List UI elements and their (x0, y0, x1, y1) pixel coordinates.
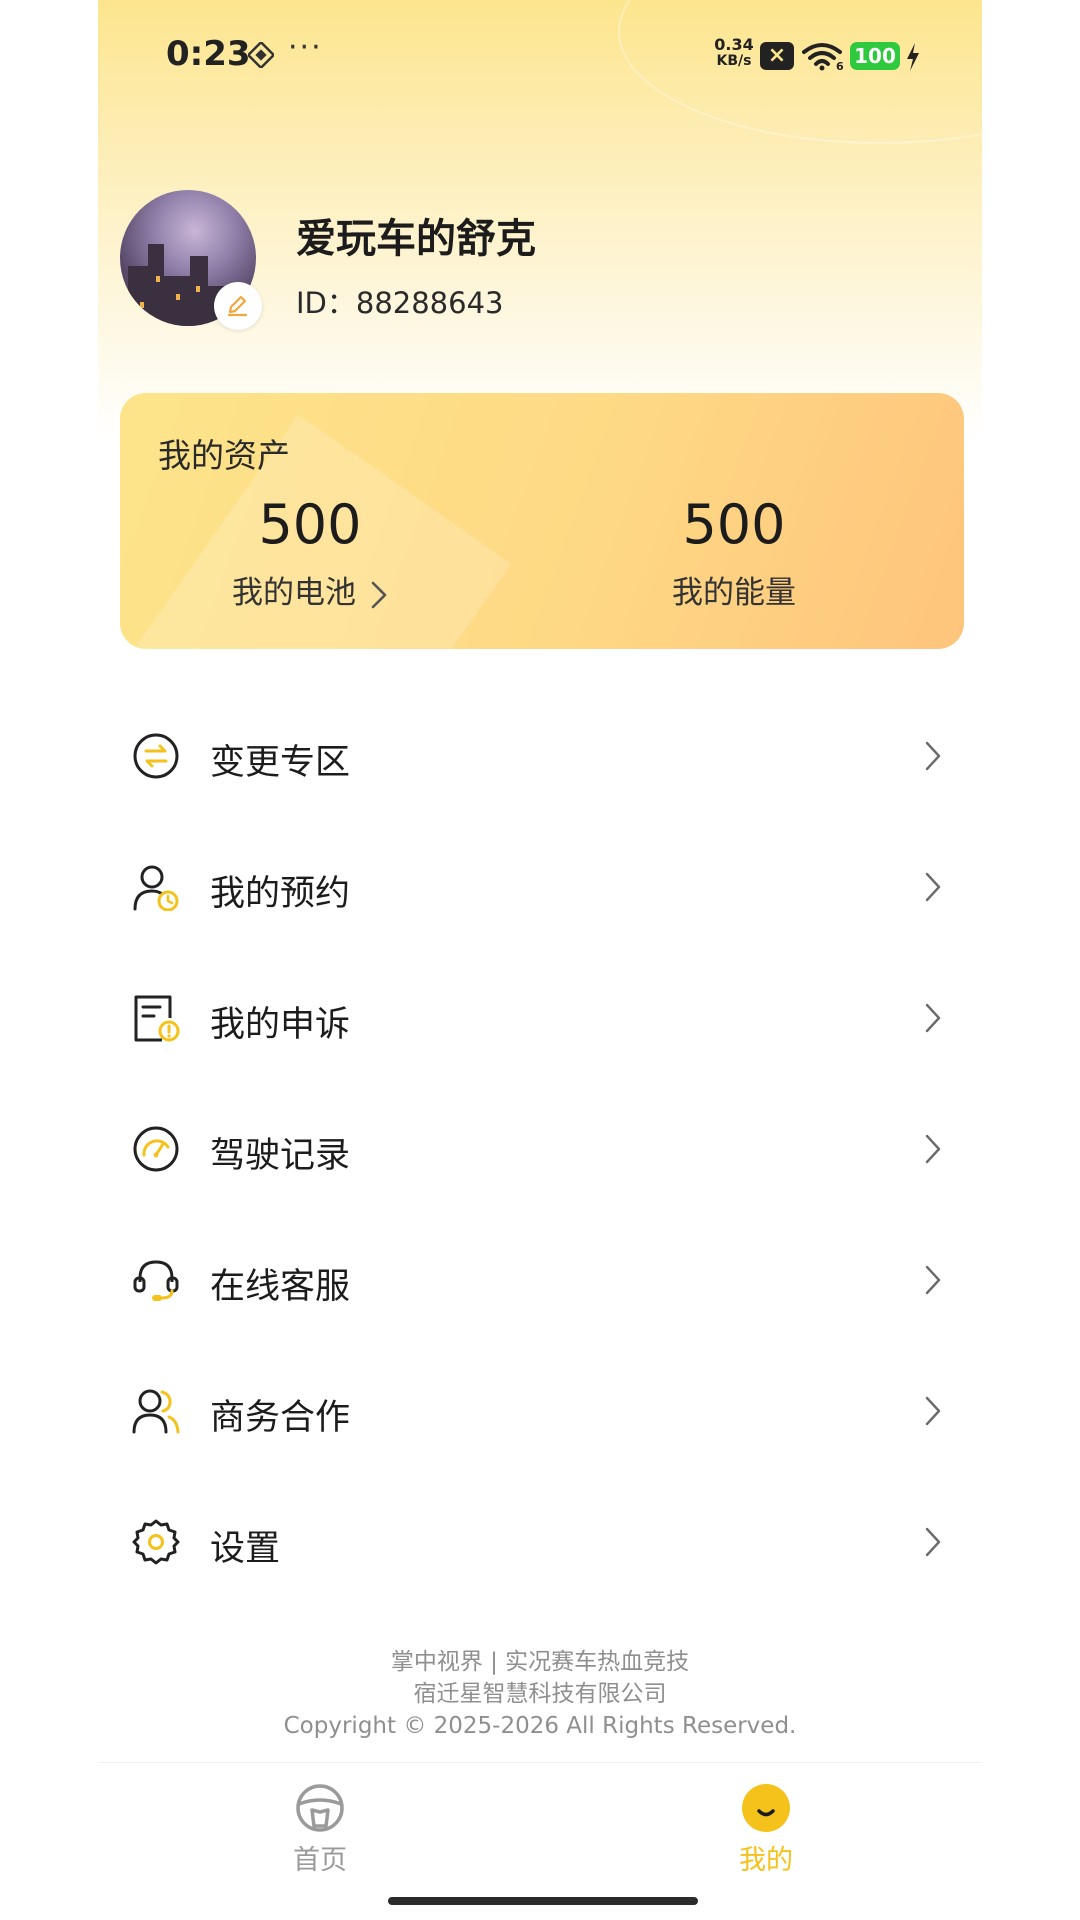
menu-item-driving-records[interactable]: 驾驶记录 (98, 1083, 982, 1214)
wifi-icon: 6 (802, 43, 844, 72)
left-margin (0, 0, 98, 1920)
menu-item-my-complaints[interactable]: 我的申诉 (98, 952, 982, 1083)
energy-asset: 500 我的能量 (584, 493, 884, 612)
assets-title: 我的资产 (158, 436, 290, 475)
menu-item-my-reservations[interactable]: 我的预约 (98, 821, 982, 952)
chevron-right-icon (371, 581, 387, 608)
chevron-right-icon (925, 1396, 941, 1426)
home-indicator[interactable] (388, 1897, 698, 1905)
menu-label: 变更专区 (210, 743, 351, 783)
right-margin (982, 0, 1080, 1920)
menu-item-business-cooperation[interactable]: 商务合作 (98, 1345, 982, 1476)
chevron-right-icon (925, 741, 941, 771)
chevron-right-icon (925, 872, 941, 902)
chevron-right-icon (925, 1003, 941, 1033)
tab-mine-label: 我的 (739, 1845, 793, 1876)
battery-label-row: 我的电池 (160, 567, 460, 612)
footer-company: 宿迁星智慧科技有限公司 (413, 1681, 667, 1707)
chevron-right-icon (925, 1134, 941, 1164)
network-speed-value: 0.34 (714, 35, 754, 54)
exchange-icon (133, 733, 179, 779)
status-time: 0:23 (166, 34, 251, 74)
gear-icon (132, 1519, 180, 1565)
tabbar-divider (98, 1762, 982, 1763)
app-notification-icon (248, 42, 274, 68)
status-bar: 0:23 ··· 0.34 KB/s × 6 100 (98, 0, 982, 110)
smiley-icon (742, 1784, 790, 1832)
footer-copyright: Copyright © 2025-2026 All Rights Reserve… (283, 1713, 797, 1739)
footer-slogan: 掌中视界 | 实况赛车热血竞技 (390, 1649, 690, 1675)
complaint-doc-icon (134, 995, 180, 1042)
avatar-building (148, 244, 164, 326)
menu-label: 商务合作 (210, 1398, 351, 1438)
assets-card: 我的资产 500 我的电池 500 我的能量 (120, 393, 964, 649)
username: 爱玩车的舒克 (296, 216, 536, 262)
menu-label: 在线客服 (210, 1267, 351, 1307)
network-speed-unit: KB/s (716, 53, 752, 69)
tab-home-label: 首页 (293, 1845, 347, 1876)
edit-avatar-button[interactable] (214, 282, 262, 330)
headset-icon (133, 1260, 179, 1301)
speedometer-icon (133, 1126, 179, 1172)
avatar-light (176, 294, 180, 300)
menu-item-settings[interactable]: 设置 (98, 1476, 982, 1607)
user-id: ID：88288643 (296, 286, 504, 320)
menu-label: 设置 (210, 1529, 281, 1569)
pencil-icon (227, 295, 248, 317)
steering-wheel-icon (296, 1784, 344, 1832)
chevron-right-icon (925, 1527, 941, 1557)
phone-screen: 0:23 ··· 0.34 KB/s × 6 100 爱玩车的舒克 ID：882… (98, 0, 982, 1920)
chevron-right-icon (925, 1265, 941, 1295)
avatar-building (164, 276, 190, 326)
avatar-building (128, 266, 150, 326)
battery-label: 我的电池 (232, 575, 356, 611)
energy-label: 我的能量 (672, 575, 796, 611)
footer: 掌中视界 | 实况赛车热血竞技 宿迁星智慧科技有限公司 Copyright © … (98, 1646, 982, 1742)
menu-label: 我的预约 (210, 874, 351, 914)
avatar-light (196, 286, 200, 292)
battery-value: 500 (258, 493, 362, 556)
wifi-badge: 6 (836, 60, 844, 72)
battery-asset[interactable]: 500 我的电池 (160, 493, 460, 612)
partners-icon (132, 1389, 180, 1434)
close-box-icon: × (760, 42, 794, 70)
menu-item-change-zone[interactable]: 变更专区 (98, 690, 982, 821)
tab-home[interactable]: 首页 (220, 1782, 420, 1877)
charging-icon (907, 43, 919, 71)
avatar-light (140, 302, 144, 308)
user-clock-icon (133, 865, 179, 911)
menu-label: 我的申诉 (210, 1005, 351, 1045)
avatar-light (156, 276, 160, 282)
status-more-dots: ··· (288, 30, 323, 65)
tab-mine[interactable]: 我的 (666, 1782, 866, 1877)
menu-label: 驾驶记录 (210, 1136, 351, 1176)
menu-list: 变更专区 我的预约 我的申诉 驾驶记录 在线客服 商务合作 设置 (98, 690, 982, 1607)
energy-value: 500 (682, 493, 786, 556)
battery-indicator: 100 (850, 42, 900, 70)
menu-item-online-service[interactable]: 在线客服 (98, 1214, 982, 1345)
network-speed: 0.34 KB/s (712, 36, 756, 70)
